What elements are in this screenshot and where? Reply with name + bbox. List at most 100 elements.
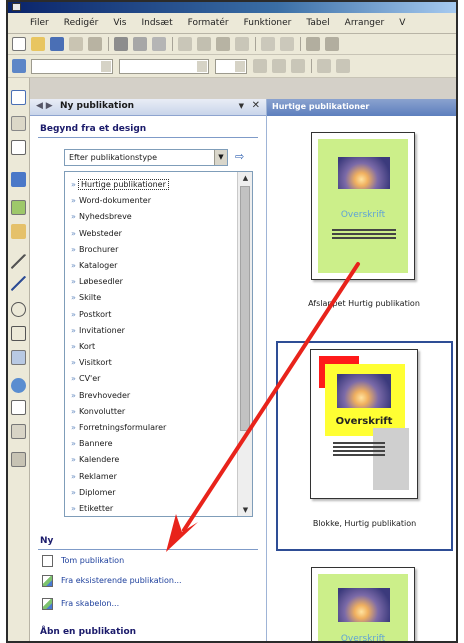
format-painter-icon[interactable] [235, 37, 249, 51]
publication-type-label: Løbesedler [79, 277, 123, 287]
bring-forward-icon[interactable] [306, 37, 320, 51]
publication-type-item[interactable]: » Visitkort [65, 356, 237, 370]
preview-icon[interactable] [133, 37, 147, 51]
publication-type-item[interactable]: » Invitationer [65, 324, 237, 338]
line-icon[interactable] [11, 254, 26, 269]
menu-formater[interactable]: Formatér [188, 18, 229, 28]
menu-vis[interactable]: Vis [113, 18, 126, 28]
publication-type-item[interactable]: » Skilte [65, 291, 237, 305]
bullet-icon: » [71, 487, 76, 497]
publication-type-item[interactable]: » Forretningsformularer [65, 421, 237, 435]
pointer-icon[interactable] [11, 90, 26, 105]
publication-type-item[interactable]: » Nyhedsbreve [65, 210, 237, 224]
standard-toolbar [8, 34, 456, 55]
menu-rediger[interactable]: Redigér [64, 18, 99, 28]
from-existing-link[interactable]: Fra eksisterende publikation... [42, 573, 182, 589]
thumbnail-headline: Overskrift [340, 634, 386, 643]
design-gallery-icon[interactable] [11, 452, 26, 467]
blank-publication-link[interactable]: Tom publikation [42, 553, 124, 569]
picture-icon[interactable] [11, 200, 26, 215]
font-combo[interactable] [119, 58, 209, 74]
shapes-icon[interactable] [11, 350, 26, 365]
publication-type-item[interactable]: » Kalendere [65, 453, 237, 467]
publication-type-item[interactable]: » Reklamer [65, 470, 237, 484]
hotspot-icon[interactable] [11, 378, 26, 393]
publication-type-item[interactable]: » Websteder [65, 227, 237, 241]
dropdown-arrow-icon[interactable]: ▼ [239, 102, 244, 110]
gallery-tile-third[interactable]: Overskrift [279, 561, 449, 643]
new-icon[interactable] [12, 37, 26, 51]
publication-type-item[interactable]: » Brochurer [65, 243, 237, 257]
publication-type-label: Diplomer [79, 487, 116, 497]
publication-type-label: Kalendere [79, 455, 120, 465]
clip-art-icon[interactable] [11, 224, 26, 239]
gallery-tile-blocks[interactable]: Overskrift Blokke, Hurtig publikation [276, 341, 453, 551]
gallery-tile-casual[interactable]: Overskrift Afslappet Hurtig publikation [279, 129, 449, 319]
bullet-icon: » [71, 244, 76, 254]
scroll-down-icon[interactable]: ▼ [238, 504, 252, 516]
styles-icon[interactable] [12, 59, 26, 73]
from-template-link[interactable]: Fra skabelon... [42, 596, 119, 612]
wordart-icon[interactable] [11, 172, 26, 187]
form-control-icon[interactable] [11, 400, 26, 415]
publication-type-item[interactable]: » Hurtige publikationer [65, 178, 237, 192]
search-icon[interactable] [88, 37, 102, 51]
align-left-icon[interactable] [317, 59, 331, 73]
close-icon[interactable]: ✕ [252, 100, 260, 111]
bullet-icon: » [71, 325, 76, 335]
list-scrollbar[interactable]: ▲ ▼ [237, 172, 252, 516]
publication-type-item[interactable]: » Kort [65, 340, 237, 354]
scroll-up-icon[interactable]: ▲ [238, 172, 252, 184]
publication-type-item[interactable]: » Etiketter [65, 502, 237, 516]
publication-type-dropdown[interactable]: Efter publikationstype ▼ [64, 149, 228, 166]
menu-tabel[interactable]: Tabel [306, 18, 329, 28]
link-label: Tom publikation [61, 556, 125, 565]
menu-arranger[interactable]: Arranger [345, 18, 385, 28]
open-icon[interactable] [31, 37, 45, 51]
menu-funktioner[interactable]: Funktioner [244, 18, 292, 28]
style-combo[interactable] [31, 58, 113, 74]
print-icon[interactable] [114, 37, 128, 51]
table-icon[interactable] [11, 140, 26, 155]
publication-type-item[interactable]: » Word-dokumenter [65, 194, 237, 208]
dropdown-value: Efter publikationstype [69, 153, 158, 162]
rectangle-icon[interactable] [11, 326, 26, 341]
redo-icon[interactable] [280, 37, 294, 51]
underline-icon[interactable] [291, 59, 305, 73]
section-design-title: Begynd fra et design [40, 124, 147, 134]
publication-type-item[interactable]: » Konvolutter [65, 405, 237, 419]
send-backward-icon[interactable] [325, 37, 339, 51]
align-center-icon[interactable] [336, 59, 350, 73]
menu-vindue[interactable]: V [399, 18, 405, 28]
publication-type-item[interactable]: » Diplomer [65, 486, 237, 500]
text-box-icon[interactable] [11, 116, 26, 131]
copy-icon[interactable] [197, 37, 211, 51]
publication-type-item[interactable]: » Bannere [65, 437, 237, 451]
save-icon[interactable] [50, 37, 64, 51]
publication-type-item[interactable]: » Brevhoveder [65, 389, 237, 403]
publication-type-item[interactable]: » Løbesedler [65, 275, 237, 289]
publication-type-item[interactable]: » CV'er [65, 372, 237, 386]
cut-icon[interactable] [178, 37, 192, 51]
italic-icon[interactable] [272, 59, 286, 73]
section-open-title: Åbn en publikation [40, 627, 137, 637]
oval-icon[interactable] [11, 302, 26, 317]
arrow-icon[interactable] [11, 276, 26, 291]
paste-icon[interactable] [216, 37, 230, 51]
html-fragment-icon[interactable] [11, 424, 26, 439]
publication-type-item[interactable]: » Postkort [65, 308, 237, 322]
view-options-icon[interactable]: ⇨ [235, 150, 249, 164]
bold-icon[interactable] [253, 59, 267, 73]
spelling-icon[interactable] [152, 37, 166, 51]
menu-indsaet[interactable]: Indsæt [141, 18, 172, 28]
menu-filer[interactable]: Filer [30, 18, 49, 28]
undo-icon[interactable] [261, 37, 275, 51]
tile-caption: Afslappet Hurtig publikation [308, 299, 420, 308]
publication-type-list[interactable]: » Etiketter» Diplomer» Reklamer» Kalendere» B… [64, 171, 253, 517]
email-icon[interactable] [69, 37, 83, 51]
font-size-combo[interactable] [215, 58, 247, 74]
back-forward-icon[interactable]: ◀ ▶ [36, 101, 53, 111]
dropdown-arrow-icon[interactable]: ▼ [214, 150, 227, 165]
scroll-thumb[interactable] [240, 186, 250, 431]
publication-type-item[interactable]: » Kataloger [65, 259, 237, 273]
